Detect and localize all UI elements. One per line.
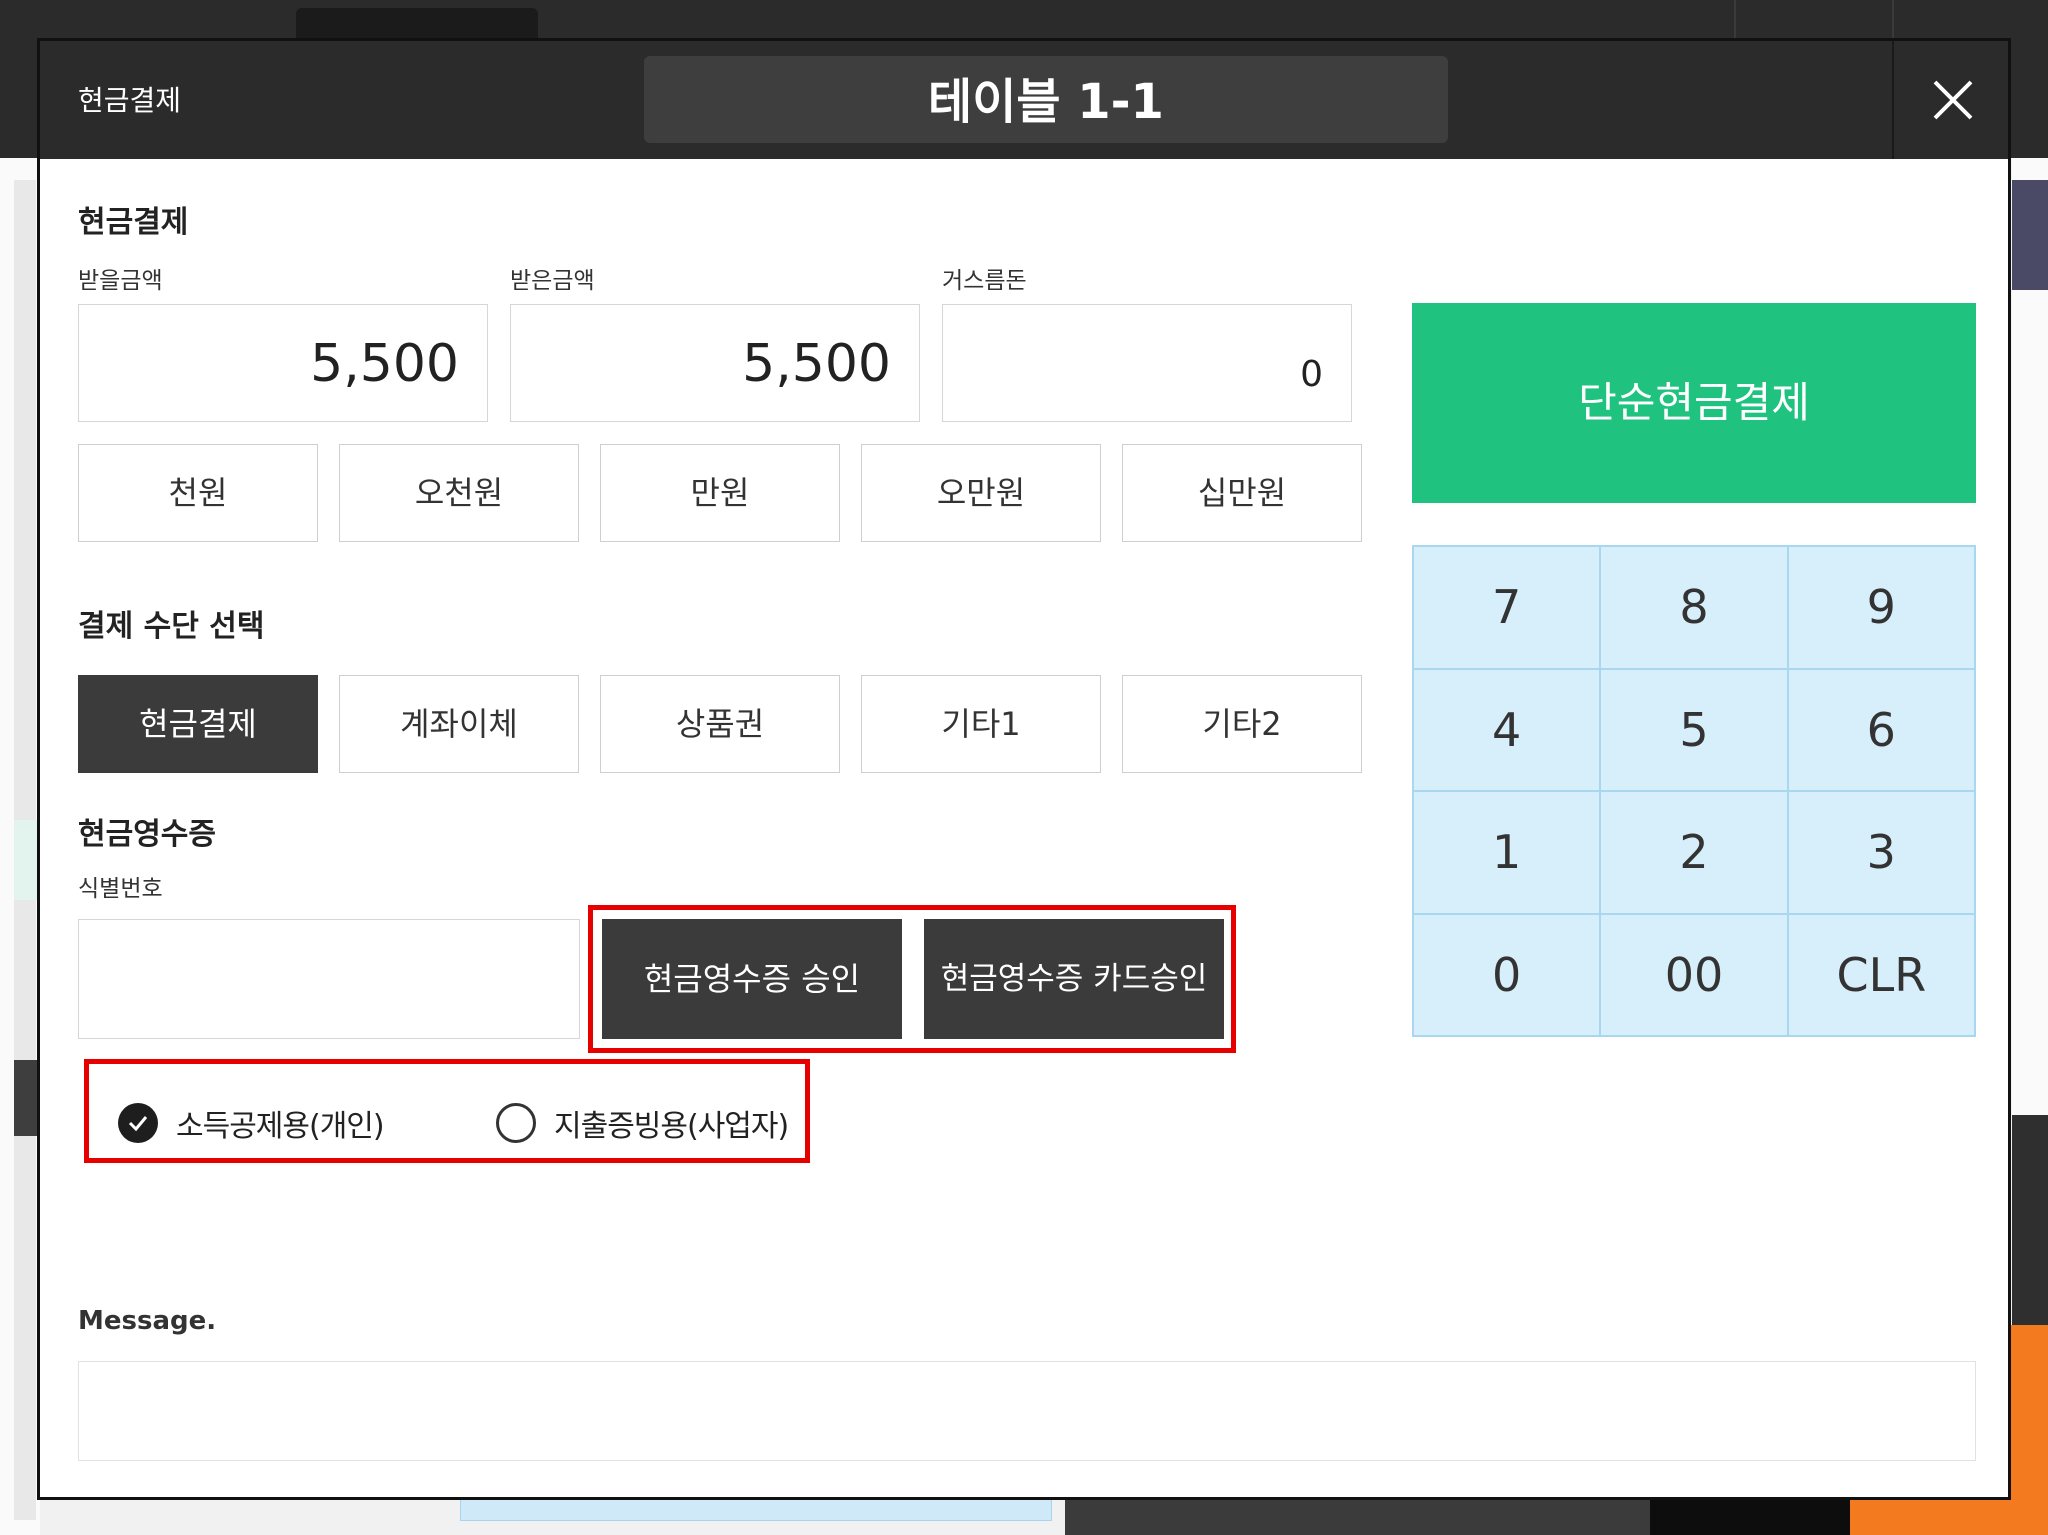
numeric-keypad: 7 8 9 4 5 6 1 2 3 0 00 CLR [1412, 545, 1976, 1037]
received-field[interactable]: 5,500 [510, 304, 920, 422]
key-9[interactable]: 9 [1788, 547, 1974, 668]
cash-receipt-card-approve-button[interactable]: 현금영수증 카드승인 [924, 919, 1224, 1039]
table-name: 테이블 1-1 [644, 56, 1448, 143]
key-00[interactable]: 00 [1601, 914, 1787, 1035]
key-clear[interactable]: CLR [1788, 914, 1974, 1035]
background-bottom-black [1650, 1497, 1850, 1535]
message-label: Message. [78, 1306, 217, 1336]
radio-label: 지출증빙용(사업자) [554, 1109, 789, 1144]
cash-section-title: 현금결제 [78, 205, 189, 240]
close-icon [1933, 80, 1973, 120]
cash-receipt-approve-button[interactable]: 현금영수증 승인 [602, 919, 902, 1039]
radio-checked-icon [118, 1103, 158, 1143]
modal-header: 현금결제 테이블 1-1 [40, 41, 2008, 159]
id-number-input[interactable] [78, 919, 580, 1039]
radio-expense-proof[interactable]: 지출증빙용(사업자) [496, 1095, 789, 1151]
radio-income-deduction[interactable]: 소득공제용(개인) [118, 1095, 385, 1151]
background-right-dark [2012, 1115, 2048, 1325]
quick-amount-10000-button[interactable]: 만원 [600, 444, 840, 542]
key-5[interactable]: 5 [1601, 669, 1787, 790]
background-bottom-tabs [460, 1497, 1052, 1521]
method-other1-button[interactable]: 기타1 [861, 675, 1101, 773]
key-1[interactable]: 1 [1414, 792, 1600, 913]
cash-payment-modal: 현금결제 테이블 1-1 현금결제 받을금액 받은금액 거스름돈 5,500 5… [37, 38, 2011, 1500]
key-0[interactable]: 0 [1414, 914, 1600, 1035]
key-2[interactable]: 2 [1601, 792, 1787, 913]
close-button[interactable] [1892, 41, 2010, 159]
change-field[interactable]: 0 [942, 304, 1352, 422]
key-4[interactable]: 4 [1414, 669, 1600, 790]
modal-title: 현금결제 [78, 84, 182, 117]
background-divider [1892, 0, 1894, 40]
key-7[interactable]: 7 [1414, 547, 1600, 668]
method-other2-button[interactable]: 기타2 [1122, 675, 1362, 773]
received-label: 받은금액 [510, 268, 595, 294]
radio-label: 소득공제용(개인) [176, 1109, 385, 1144]
to-receive-label: 받을금액 [78, 268, 163, 294]
simple-cash-payment-button[interactable]: 단순현금결제 [1412, 303, 1976, 503]
to-receive-field[interactable]: 5,500 [78, 304, 488, 422]
quick-amount-5000-button[interactable]: 오천원 [339, 444, 579, 542]
quick-amount-1000-button[interactable]: 천원 [78, 444, 318, 542]
id-number-label: 식별번호 [78, 876, 163, 902]
background-tab [296, 8, 538, 42]
background-divider [1734, 0, 1736, 40]
payment-method-title: 결제 수단 선택 [78, 609, 265, 644]
method-cash-button[interactable]: 현금결제 [78, 675, 318, 773]
radio-unchecked-icon [496, 1103, 536, 1143]
key-8[interactable]: 8 [1601, 547, 1787, 668]
method-transfer-button[interactable]: 계좌이체 [339, 675, 579, 773]
key-6[interactable]: 6 [1788, 669, 1974, 790]
background-right-navy [2012, 180, 2048, 290]
quick-amount-50000-button[interactable]: 오만원 [861, 444, 1101, 542]
method-giftcard-button[interactable]: 상품권 [600, 675, 840, 773]
key-3[interactable]: 3 [1788, 792, 1974, 913]
cash-receipt-title: 현금영수증 [78, 817, 216, 852]
message-box [78, 1361, 1976, 1461]
quick-amount-100000-button[interactable]: 십만원 [1122, 444, 1362, 542]
change-label: 거스름돈 [942, 268, 1027, 294]
